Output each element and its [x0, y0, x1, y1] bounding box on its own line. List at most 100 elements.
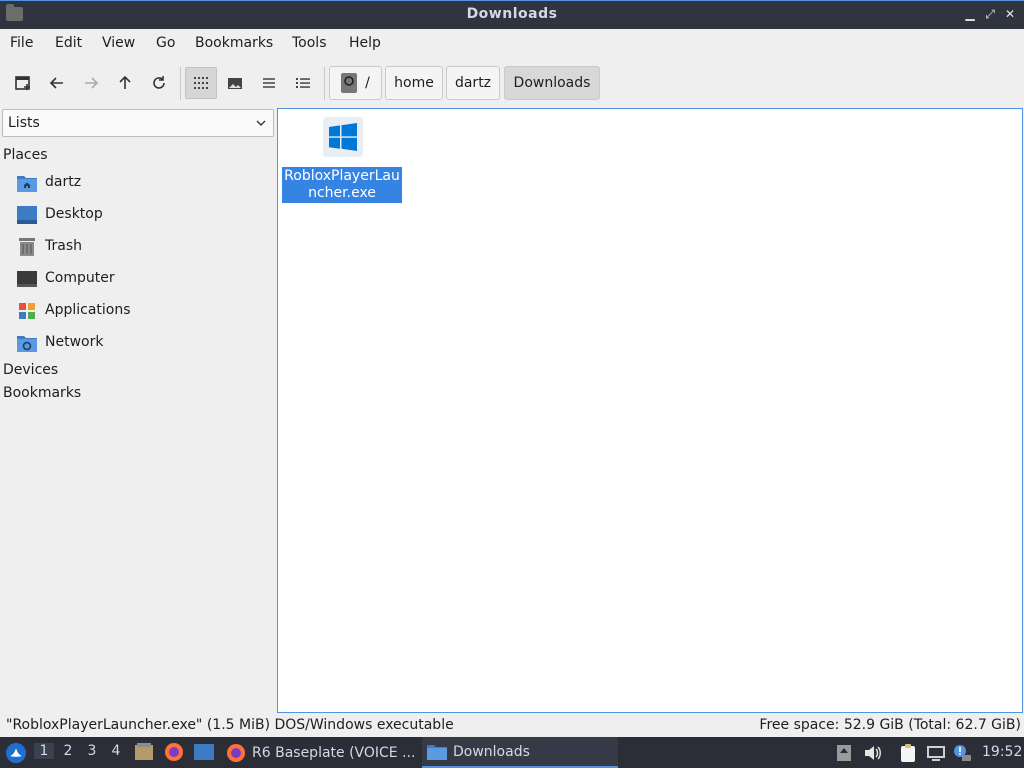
path-root-button[interactable]: / [329, 66, 382, 100]
quicklaunch-files[interactable] [134, 742, 154, 762]
file-icon-container [323, 117, 363, 157]
clock[interactable]: 19:52 [982, 744, 1022, 760]
image-icon [228, 78, 242, 89]
detailed-list-icon [296, 78, 310, 88]
status-selection-info: "RobloxPlayerLauncher.exe" (1.5 MiB) DOS… [6, 717, 454, 733]
firefox-icon [165, 743, 183, 761]
arrow-up-icon [119, 75, 131, 89]
up-button[interactable] [109, 67, 141, 99]
sidebar-item-network[interactable]: Network [16, 331, 266, 355]
task-downloads[interactable]: Downloads [422, 737, 618, 768]
sidebar-item-trash[interactable]: Trash [16, 235, 266, 259]
taskbar: 1 2 3 4 R6 Baseplate (VOICE ... Download… [0, 737, 1024, 768]
sidebar-item-desktop[interactable]: Desktop [16, 203, 266, 227]
menu-bar: File Edit View Go Bookmarks Tools Help [0, 29, 1024, 57]
menu-bookmarks[interactable]: Bookmarks [195, 35, 273, 51]
sidebar-item-label: dartz [45, 174, 82, 190]
drive-icon [341, 73, 358, 93]
task-label: Downloads [453, 743, 530, 760]
chevron-down-icon [256, 120, 266, 126]
file-manager-icon [135, 743, 153, 760]
menu-go[interactable]: Go [156, 35, 175, 51]
toolbar-separator [324, 67, 325, 100]
tray-notification[interactable] [952, 743, 972, 763]
close-button[interactable]: ✕ [1002, 5, 1018, 23]
task-label: R6 Baseplate (VOICE ... [252, 744, 416, 761]
sidebar-item-label: Trash [45, 238, 82, 254]
update-notifier-icon [837, 745, 851, 761]
desktop-icon [17, 206, 37, 224]
workspace-2[interactable]: 2 [58, 743, 78, 759]
file-view[interactable]: RobloxPlayerLauncher.exe [277, 108, 1023, 713]
places-header: Places [3, 147, 48, 163]
toolbar: / home dartz Downloads [0, 57, 1024, 107]
start-menu-button[interactable] [5, 742, 27, 764]
sidebar-mode-select[interactable]: Lists [2, 109, 274, 137]
new-tab-icon [15, 76, 30, 90]
task-r6-baseplate[interactable]: R6 Baseplate (VOICE ... [222, 737, 418, 768]
computer-icon [17, 271, 37, 287]
menu-help[interactable]: Help [349, 35, 381, 51]
tray-clipboard[interactable] [898, 743, 918, 763]
menu-view[interactable]: View [102, 35, 135, 51]
forward-button[interactable] [75, 67, 107, 99]
network-folder-icon [17, 336, 37, 352]
sidebar-item-dartz[interactable]: dartz [16, 171, 266, 195]
menu-tools[interactable]: Tools [292, 35, 327, 51]
workspace-3[interactable]: 3 [82, 743, 102, 759]
icon-view-button[interactable] [185, 67, 217, 99]
tray-network[interactable] [926, 743, 946, 763]
list-icon [263, 78, 275, 88]
compact-view-button[interactable] [253, 67, 285, 99]
window-titlebar[interactable]: Downloads ▁ ⤢ ✕ [0, 0, 1024, 29]
status-free-space: Free space: 52.9 GiB (Total: 62.7 GiB) [759, 717, 1021, 733]
bookmarks-header[interactable]: Bookmarks [3, 385, 81, 401]
sidebar-item-computer[interactable]: Computer [16, 267, 266, 291]
speaker-icon [865, 746, 881, 760]
file-item[interactable]: RobloxPlayerLauncher.exe [282, 115, 402, 205]
devices-header[interactable]: Devices [3, 362, 58, 378]
reload-icon [153, 76, 165, 89]
path-root-label: / [365, 75, 370, 91]
menu-file[interactable]: File [10, 35, 33, 51]
workspace-4[interactable]: 4 [106, 743, 126, 759]
clipboard-icon [901, 744, 915, 762]
status-bar: "RobloxPlayerLauncher.exe" (1.5 MiB) DOS… [0, 714, 1024, 736]
sidebar-item-applications[interactable]: Applications [16, 299, 266, 323]
quicklaunch-desktop[interactable] [194, 743, 214, 761]
workspace-1[interactable]: 1 [34, 743, 54, 759]
tray-updates[interactable] [834, 743, 854, 763]
toolbar-separator [180, 67, 181, 100]
tray-volume[interactable] [862, 743, 882, 763]
path-segment-dartz[interactable]: dartz [446, 66, 500, 100]
lubuntu-logo-icon [6, 743, 26, 763]
sidebar-item-label: Applications [45, 302, 131, 318]
reload-button[interactable] [143, 67, 175, 99]
firefox-icon [227, 743, 245, 762]
menu-edit[interactable]: Edit [55, 35, 82, 51]
folder-icon [427, 744, 447, 760]
trash-icon [19, 238, 35, 256]
window-title: Downloads [466, 6, 558, 22]
windows-executable-icon [329, 123, 357, 151]
maximize-button[interactable]: ⤢ [982, 5, 998, 23]
path-segment-downloads[interactable]: Downloads [504, 66, 600, 100]
minimize-button[interactable]: ▁ [962, 5, 978, 23]
new-tab-button[interactable] [7, 67, 39, 99]
sidebar-mode-label: Lists [8, 115, 40, 131]
home-folder-icon [17, 176, 37, 192]
sidebar: Lists Places dartz Desktop Trash Compute… [0, 107, 276, 713]
path-segment-home[interactable]: home [385, 66, 443, 100]
file-name-label: RobloxPlayerLauncher.exe [282, 167, 402, 203]
sidebar-item-label: Computer [45, 270, 115, 286]
detailed-view-button[interactable] [287, 67, 319, 99]
sidebar-item-label: Network [45, 334, 104, 350]
back-button[interactable] [41, 67, 73, 99]
thumbnail-view-button[interactable] [219, 67, 251, 99]
info-bubble-icon [954, 745, 971, 761]
quicklaunch-firefox[interactable] [164, 742, 184, 762]
arrow-right-icon [85, 77, 99, 89]
grid-icon [194, 77, 208, 89]
network-wired-icon [927, 746, 945, 761]
arrow-left-icon [49, 77, 63, 89]
